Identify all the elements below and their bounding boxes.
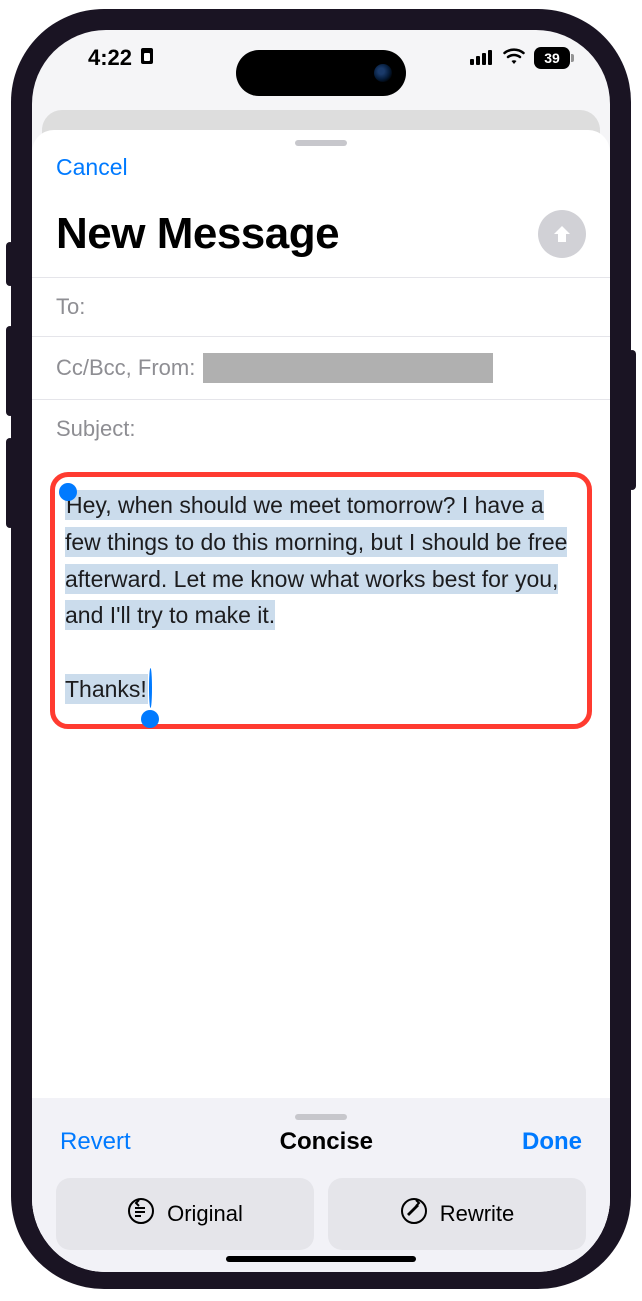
send-button[interactable] (538, 210, 586, 258)
notch (236, 50, 406, 96)
sim-icon (138, 45, 156, 71)
cancel-button[interactable]: Cancel (56, 154, 128, 180)
subject-field[interactable]: Subject: (32, 400, 610, 458)
status-time: 4:22 (88, 45, 132, 71)
revert-button[interactable]: Revert (60, 1128, 131, 1156)
arrow-up-icon (550, 222, 574, 246)
annotation-highlight: Hey, when should we meet tomorrow? I hav… (50, 472, 592, 729)
original-icon (127, 1197, 155, 1231)
camera-dot (374, 64, 392, 82)
rewrite-icon (400, 1197, 428, 1231)
battery-level: 39 (544, 50, 560, 66)
original-label: Original (167, 1201, 243, 1227)
home-indicator[interactable] (226, 1256, 416, 1262)
selection-start-handle[interactable] (59, 483, 77, 501)
to-field[interactable]: To: (32, 277, 610, 337)
message-body[interactable]: Hey, when should we meet tomorrow? I hav… (32, 458, 610, 1098)
cellular-icon (470, 45, 494, 71)
from-value-redacted (203, 353, 493, 383)
rewrite-button[interactable]: Rewrite (328, 1178, 586, 1250)
compose-sheet: Cancel New Message To: Cc/Bcc, From: Sub… (32, 130, 610, 1272)
mode-label: Concise (280, 1128, 373, 1156)
sheet-grabber[interactable] (295, 140, 347, 146)
subject-label: Subject: (56, 416, 136, 442)
battery-icon: 39 (534, 47, 570, 69)
page-title: New Message (56, 209, 339, 259)
selection-end-handle[interactable] (141, 710, 159, 728)
done-button[interactable]: Done (522, 1128, 582, 1156)
selected-text[interactable]: Hey, when should we meet tomorrow? I hav… (65, 490, 567, 704)
cc-bcc-from-field[interactable]: Cc/Bcc, From: (32, 337, 610, 400)
rewrite-label: Rewrite (440, 1201, 515, 1227)
original-button[interactable]: Original (56, 1178, 314, 1250)
toolbar-grabber[interactable] (295, 1114, 347, 1120)
to-label: To: (56, 294, 85, 320)
cc-label: Cc/Bcc, From: (56, 355, 195, 381)
screen: 4:22 39 (32, 30, 610, 1272)
phone-frame: 4:22 39 (14, 12, 628, 1286)
writing-tools-toolbar: Revert Concise Done Original (32, 1098, 610, 1272)
wifi-icon (502, 45, 526, 71)
selection-caret (149, 668, 152, 708)
